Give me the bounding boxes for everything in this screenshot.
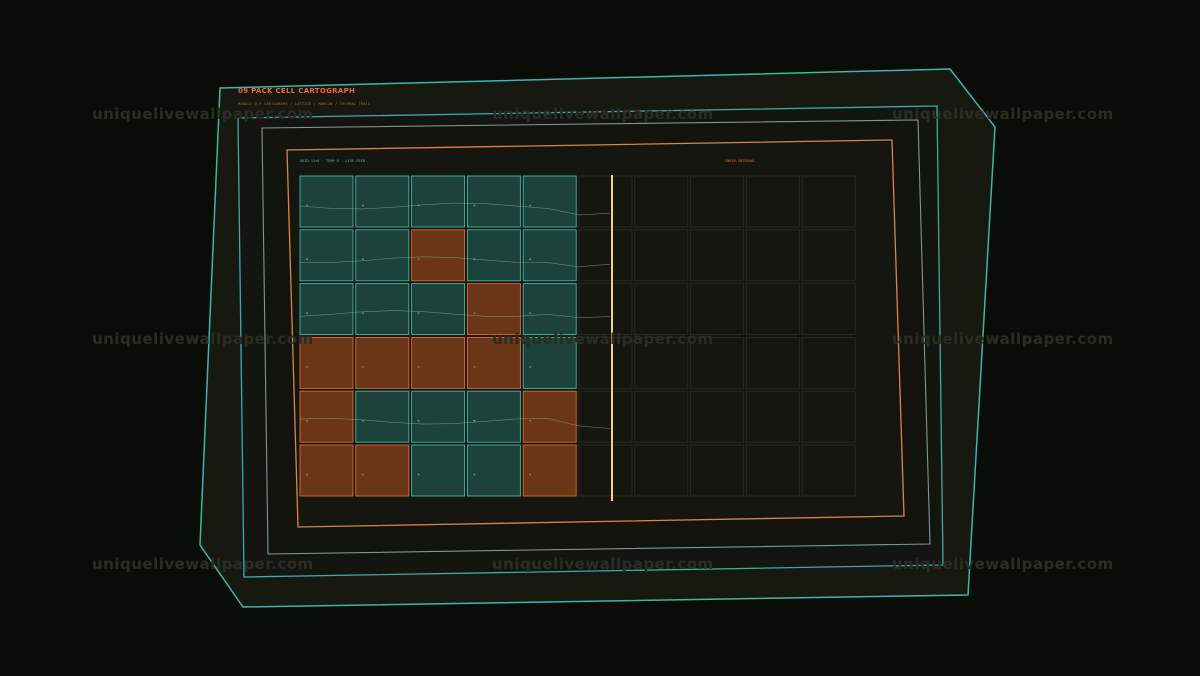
cell-marker	[417, 419, 420, 422]
cell-marker	[361, 204, 364, 207]
cell-marker	[473, 366, 476, 368]
cell-marker	[473, 419, 476, 422]
cell-teal	[466, 390, 521, 443]
page-title: 09 PACK CELL CARTOGRAPH	[238, 87, 356, 95]
cell-marker	[473, 204, 476, 207]
cell-marker	[306, 258, 308, 261]
grid-meta-right: SWEEP INTERVAL	[725, 159, 756, 163]
cell-teal	[411, 175, 466, 228]
cell-teal	[522, 283, 577, 336]
cell-orange	[355, 444, 410, 497]
cell-marker	[361, 258, 364, 261]
watermark-1: uniquelivewallpaper.com	[92, 105, 314, 123]
cell-teal	[466, 444, 521, 497]
cell-marker	[473, 473, 476, 476]
watermark-8: uniquelivewallpaper.com	[492, 555, 714, 573]
cell-marker	[529, 204, 532, 207]
cell-teal	[355, 229, 410, 282]
watermark-9: uniquelivewallpaper.com	[892, 555, 1114, 573]
cell-marker	[306, 473, 308, 476]
cell-marker	[306, 312, 308, 314]
watermark-7: uniquelivewallpaper.com	[92, 555, 314, 573]
cell-marker	[306, 204, 308, 207]
cell-teal	[355, 390, 410, 443]
cell-orange	[299, 390, 354, 443]
page-subtitle: MODULE 0-9 CARTOGRAPH / LATTICE / MARGIN…	[238, 102, 371, 106]
grid-meta-left: GRID 11×6 · TEMP 8 · LIVE FEED	[300, 159, 365, 163]
watermark-6: uniquelivewallpaper.com	[892, 330, 1114, 348]
watermark-4: uniquelivewallpaper.com	[92, 330, 314, 348]
cell-marker	[529, 366, 532, 368]
cell-teal	[522, 229, 577, 282]
watermark-3: uniquelivewallpaper.com	[892, 105, 1114, 123]
cell-marker	[529, 419, 532, 422]
cell-orange	[522, 444, 577, 497]
cell-teal	[411, 390, 466, 443]
cell-marker	[361, 366, 364, 368]
cell-marker	[361, 473, 364, 476]
cell-teal	[355, 175, 410, 228]
cell-teal	[299, 229, 354, 282]
wallpaper-stage: uniquelivewallpaper.com uniquelivewallpa…	[0, 0, 1200, 676]
cell-marker	[529, 258, 532, 261]
cell-marker	[529, 473, 532, 476]
cell-marker	[417, 312, 420, 314]
cell-teal	[299, 283, 354, 336]
cell-marker	[417, 473, 420, 476]
cell-teal	[466, 229, 521, 282]
cell-marker	[306, 419, 308, 422]
cell-teal	[411, 444, 466, 497]
cell-orange	[411, 229, 466, 282]
cell-marker	[306, 366, 308, 368]
cell-teal	[466, 175, 521, 228]
cell-orange	[522, 390, 577, 443]
watermark-2: uniquelivewallpaper.com	[492, 105, 714, 123]
cell-marker	[473, 312, 476, 314]
cell-teal	[522, 175, 577, 228]
cell-orange	[411, 336, 466, 389]
cell-teal	[411, 283, 466, 336]
cell-orange	[466, 283, 521, 336]
cell-marker	[529, 312, 532, 314]
cell-teal	[299, 175, 354, 228]
cell-marker	[417, 258, 420, 261]
cell-teal	[355, 283, 410, 336]
cell-marker	[417, 366, 420, 368]
cell-orange	[299, 444, 354, 497]
watermark-5: uniquelivewallpaper.com	[492, 330, 714, 348]
cell-orange	[355, 336, 410, 389]
cell-marker	[361, 312, 364, 314]
